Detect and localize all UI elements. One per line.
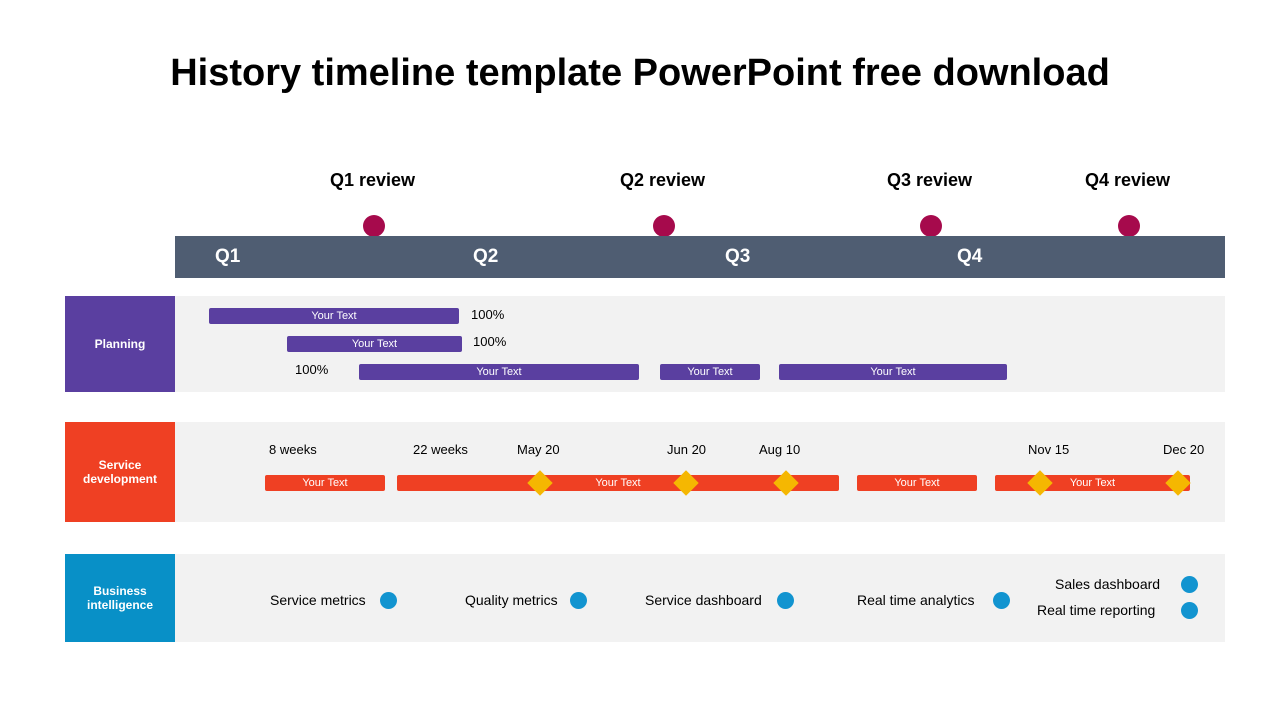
- page-title: History timeline template PowerPoint fre…: [0, 0, 1280, 95]
- quarter-q2: Q2: [473, 246, 498, 268]
- service-date-7: Dec 20: [1163, 442, 1204, 457]
- service-date-6: Nov 15: [1028, 442, 1069, 457]
- lane-body-service: 8 weeks 22 weeks May 20 Jun 20 Aug 10 No…: [175, 422, 1225, 522]
- lane-label-service: Service development: [65, 422, 175, 522]
- service-date-3: May 20: [517, 442, 560, 457]
- bi-item-2-label: Quality metrics: [465, 592, 558, 608]
- service-date-4: Jun 20: [667, 442, 706, 457]
- bi-item-1-label: Service metrics: [270, 592, 366, 608]
- quarter-q3: Q3: [725, 246, 750, 268]
- service-date-1: 8 weeks: [269, 442, 317, 457]
- lane-label-planning: Planning: [65, 296, 175, 392]
- service-date-2: 22 weeks: [413, 442, 468, 457]
- quarter-header: Q1 Q2 Q3 Q4: [175, 236, 1225, 278]
- review-label-q1: Q1 review: [330, 170, 415, 191]
- planning-bar-2: Your Text: [287, 336, 462, 352]
- review-label-q2: Q2 review: [620, 170, 705, 191]
- planning-pct-2: 100%: [473, 334, 506, 349]
- planning-pct-3: 100%: [295, 362, 328, 377]
- review-dot-q2: [653, 215, 675, 237]
- planning-bar-1: Your Text: [209, 308, 459, 324]
- bi-item-6-label: Real time reporting: [1037, 602, 1155, 618]
- review-label-q4: Q4 review: [1085, 170, 1170, 191]
- service-bar-1: Your Text: [265, 475, 385, 491]
- bi-item-5-label: Sales dashboard: [1055, 576, 1160, 592]
- bi-item-3-dot: [777, 592, 794, 609]
- review-label-q3: Q3 review: [887, 170, 972, 191]
- planning-bar-4: Your Text: [660, 364, 760, 380]
- planning-pct-1: 100%: [471, 307, 504, 322]
- review-dot-q4: [1118, 215, 1140, 237]
- service-date-5: Aug 10: [759, 442, 800, 457]
- quarter-q4: Q4: [957, 246, 982, 268]
- lane-planning: Planning Your Text 100% Your Text 100% 1…: [65, 296, 1225, 392]
- lane-body-business: Service metrics Quality metrics Service …: [175, 554, 1225, 642]
- lane-business: Business intelligence Service metrics Qu…: [65, 554, 1225, 642]
- bi-item-1-dot: [380, 592, 397, 609]
- planning-bar-5: Your Text: [779, 364, 1007, 380]
- bi-item-6-dot: [1181, 602, 1198, 619]
- lane-label-business: Business intelligence: [65, 554, 175, 642]
- quarter-q1: Q1: [215, 246, 240, 268]
- service-bar-3: Your Text: [857, 475, 977, 491]
- lane-service: Service development 8 weeks 22 weeks May…: [65, 422, 1225, 522]
- bi-item-5-dot: [1181, 576, 1198, 593]
- bi-item-4-label: Real time analytics: [857, 592, 975, 608]
- review-dot-q3: [920, 215, 942, 237]
- planning-bar-3: Your Text: [359, 364, 639, 380]
- bi-item-4-dot: [993, 592, 1010, 609]
- service-bar-4: Your Text: [995, 475, 1190, 491]
- bi-item-3-label: Service dashboard: [645, 592, 762, 608]
- bi-item-2-dot: [570, 592, 587, 609]
- lane-body-planning: Your Text 100% Your Text 100% 100% Your …: [175, 296, 1225, 392]
- review-dot-q1: [363, 215, 385, 237]
